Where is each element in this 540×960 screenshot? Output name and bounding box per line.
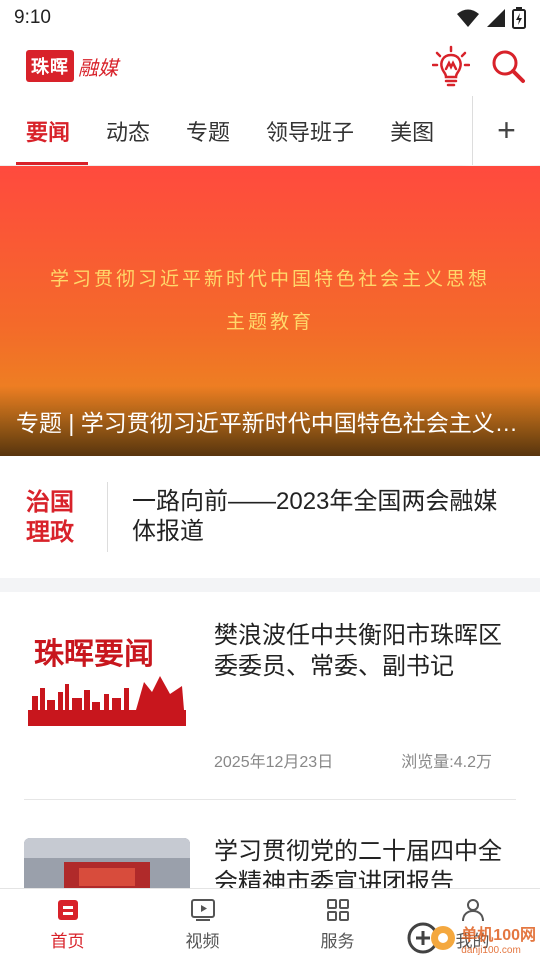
logo-box: 珠晖	[26, 50, 74, 82]
logo-tail: 融媒	[78, 55, 118, 80]
nav-service[interactable]: 服务	[270, 889, 405, 960]
channel-tabs: 要闻 动态 专题 领导班子 美图 +	[0, 96, 540, 166]
watermark-text: 单机100网 danji100.com	[461, 921, 536, 956]
tab-dongtai[interactable]: 动态	[88, 96, 168, 165]
watermark-main: 单机100网	[461, 926, 536, 944]
grid-icon	[326, 899, 349, 921]
tab-list: 要闻 动态 专题 领导班子 美图	[0, 96, 472, 165]
meeting-photo	[24, 838, 190, 888]
news-item[interactable]: 珠晖要闻 樊浪波任中共衡阳市珠晖区委委员、常委、副书记 2025年12月23日 …	[24, 592, 516, 800]
nav-service-label: 服务	[320, 932, 355, 951]
feature-badge-line1: 治国	[26, 487, 74, 516]
tab-yaowen[interactable]: 要闻	[0, 96, 89, 165]
skyline-illustration: 珠晖要闻	[24, 622, 190, 736]
feature-badge: 治国 理政	[0, 482, 108, 552]
nav-home[interactable]: 首页	[0, 889, 135, 960]
news-item[interactable]: 学习贯彻党的二十届四中全会精神市委宣讲团报告	[24, 800, 516, 888]
feature-title: 一路向前——2023年全国两会融媒体报道	[132, 488, 498, 545]
news-thumbnail: 珠晖要闻	[24, 622, 190, 736]
news-meta: 2025年12月23日 浏览量:4.2万	[214, 748, 514, 772]
header-actions	[432, 45, 526, 87]
nav-video-label: 视频	[185, 932, 220, 951]
banner-headline: 学习贯彻习近平新时代中国特色社会主义思想	[49, 269, 490, 290]
tab-lingdao[interactable]: 领导班子	[248, 96, 372, 165]
wifi-icon	[457, 9, 479, 27]
app-header: 珠晖 融媒	[0, 36, 540, 96]
watermark-sub: danji100.com	[461, 944, 521, 956]
news-title: 樊浪波任中共衡阳市珠晖区委委员、常委、副书记	[214, 622, 502, 680]
feature-card[interactable]: 治国 理政 一路向前——2023年全国两会融媒体报道	[0, 456, 540, 578]
status-icons	[456, 7, 526, 29]
signal-icon	[487, 9, 505, 27]
banner-subheadline: 主题教育	[225, 312, 314, 333]
news-thumbnail	[24, 838, 190, 888]
feature-badge-line2: 理政	[26, 517, 74, 546]
tab-meitu[interactable]: 美图	[372, 96, 452, 165]
add-channel-button[interactable]: +	[472, 96, 540, 165]
tab-zhuanti[interactable]: 专题	[168, 96, 248, 165]
watermark-logo-icon	[407, 922, 456, 954]
home-icon	[57, 900, 78, 920]
banner-caption-text: 专题 | 学习贯彻习近平新时代中国特色社会主义思想主题教育	[16, 410, 524, 436]
status-time: 9:10	[14, 7, 51, 28]
news-thumbnail-text: 珠晖要闻	[34, 637, 154, 672]
banner-caption: 专题 | 学习贯彻习近平新时代中国特色社会主义思想主题教育	[0, 386, 540, 456]
nav-home-label: 首页	[50, 932, 85, 951]
app-logo: 珠晖 融媒	[26, 50, 118, 82]
news-list: 珠晖要闻 樊浪波任中共衡阳市珠晖区委委员、常委、副书记 2025年12月23日 …	[0, 592, 540, 888]
idea-bulb-icon[interactable]	[432, 45, 470, 87]
watermark: 单机100网 danji100.com	[407, 920, 536, 956]
news-date: 2025年12月23日	[214, 754, 334, 771]
search-icon[interactable]	[490, 48, 526, 84]
battery-icon	[512, 7, 526, 29]
nav-video[interactable]: 视频	[135, 889, 270, 960]
news-title: 学习贯彻党的二十届四中全会精神市委宣讲团报告	[214, 838, 502, 888]
status-bar: 9:10	[0, 0, 540, 36]
video-icon	[190, 899, 215, 921]
hero-banner[interactable]: 学习贯彻习近平新时代中国特色社会主义思想 主题教育 专题 | 学习贯彻习近平新时…	[0, 166, 540, 456]
news-views: 浏览量:4.2万	[401, 754, 492, 771]
